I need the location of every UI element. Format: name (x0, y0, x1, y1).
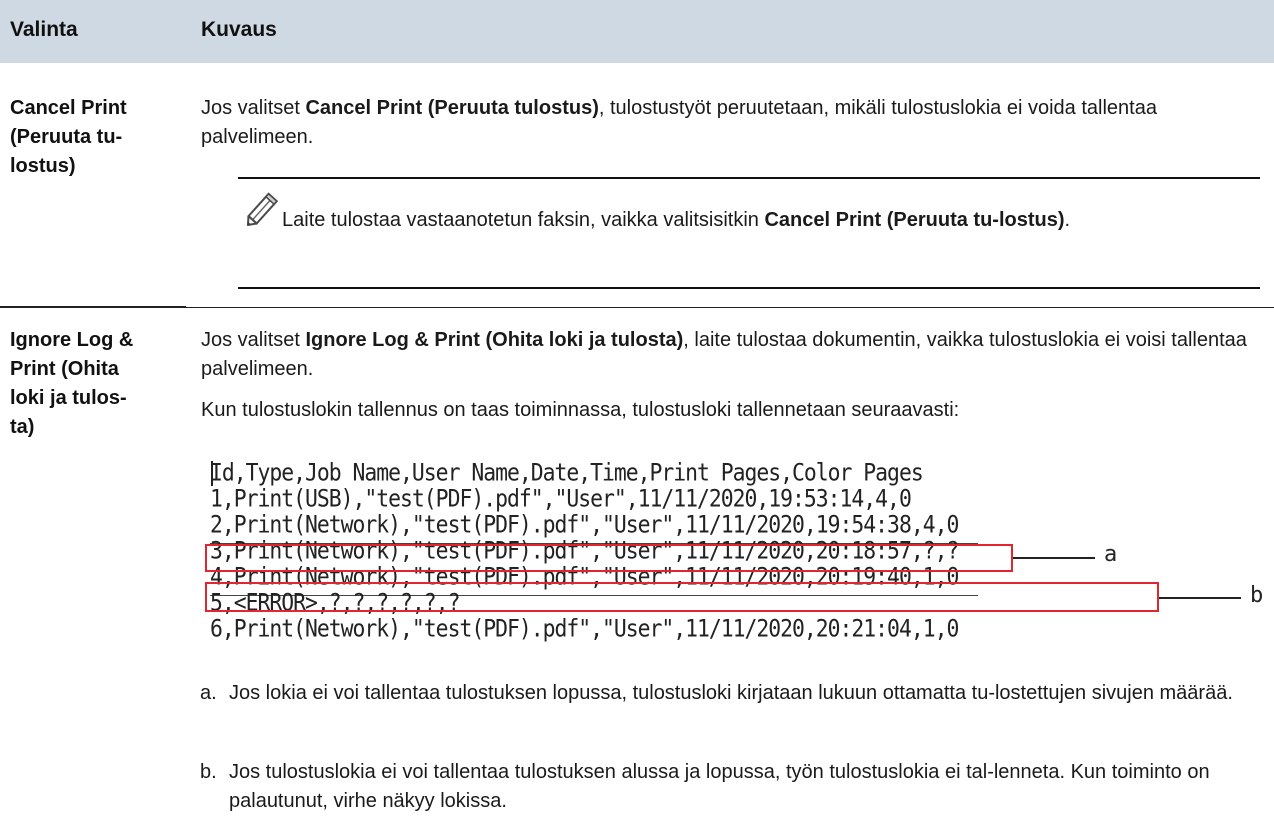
cancel-print-description: Jos valitset Cancel Print (Peruuta tulos… (201, 94, 1261, 152)
desc-text: Jos valitset (201, 97, 306, 119)
option-label-line: Print (Ohita (10, 358, 119, 380)
highlight-box-a (205, 544, 1013, 572)
pencil-icon (246, 192, 279, 227)
desc-bold: Cancel Print (Peruuta tulostus) (305, 97, 599, 119)
row-separator (0, 307, 1274, 308)
option-label-line: Cancel Print (10, 97, 127, 119)
option-ignore-log-print: Ignore Log & Print (Ohita loki ja tulos-… (10, 326, 180, 442)
log-line: 2,Print(Network),"test(PDF).pdf","User",… (210, 511, 959, 539)
ignore-log-description-2: Kun tulostuslokin tallennus on taas toim… (201, 399, 960, 421)
option-label-line: (Peruuta tu- (10, 126, 123, 148)
option-label-line: lostus) (10, 155, 76, 177)
header-valinta: Valinta (10, 18, 78, 41)
row-separator-accent (0, 306, 186, 308)
desc-bold: Ignore Log & Print (Ohita loki ja tulost… (305, 329, 684, 351)
table-header: Valinta Kuvaus (0, 0, 1274, 63)
desc-text: Jos valitset (201, 329, 306, 351)
note-plain: Laite tulostaa vastaanotetun faksin, vai… (282, 209, 765, 231)
log-line: 1,Print(USB),"test(PDF).pdf","User",11/1… (210, 485, 912, 513)
callout-a: a (1104, 542, 1118, 567)
list-text: Jos lokia ei voi tallentaa tulostuksen l… (229, 682, 1233, 704)
list-marker: b. (200, 761, 217, 783)
header-kuvaus: Kuvaus (201, 18, 277, 41)
callout-leader-b (1159, 597, 1241, 599)
list-item-b: b. Jos tulostuslokia ei voi tallentaa tu… (200, 758, 1264, 816)
option-label-line: ta) (10, 416, 35, 438)
option-label-line: Ignore Log & (10, 329, 134, 351)
note-bold: Cancel Print (Peruuta tu-lostus) (764, 209, 1065, 231)
list-text: Jos tulostuslokia ei voi tallentaa tulos… (229, 761, 1210, 812)
callout-b: b (1250, 583, 1264, 608)
log-line: 6,Print(Network),"test(PDF).pdf","User",… (210, 615, 959, 643)
note-text: Laite tulostaa vastaanotetun faksin, vai… (282, 206, 1254, 235)
callout-leader-a (1013, 557, 1095, 559)
option-label-line: loki ja tulos- (10, 387, 127, 409)
option-cancel-print: Cancel Print (Peruuta tu- lostus) (10, 94, 180, 181)
highlight-box-b (205, 582, 1159, 612)
note-bottom-rule (238, 287, 1260, 289)
log-line: Id,Type,Job Name,User Name,Date,Time,Pri… (210, 459, 924, 487)
ignore-log-description: Jos valitset Ignore Log & Print (Ohita l… (201, 326, 1261, 384)
list-item-a: a. Jos lokia ei voi tallentaa tulostukse… (200, 679, 1264, 708)
note-top-rule (238, 177, 1260, 179)
list-marker: a. (200, 682, 217, 704)
note-plain: . (1064, 209, 1071, 231)
